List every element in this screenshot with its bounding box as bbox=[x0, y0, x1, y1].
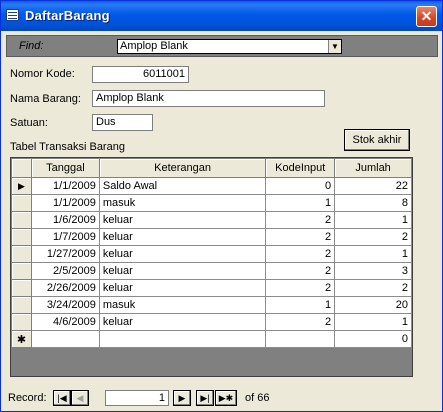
cell-kodeinput[interactable]: 0 bbox=[265, 177, 336, 195]
cell-kodeinput[interactable]: 1 bbox=[265, 194, 336, 212]
cell-keterangan[interactable]: keluar bbox=[98, 279, 267, 297]
record-count: of 66 bbox=[245, 392, 270, 404]
cell-tanggal[interactable]: 2/26/2009 bbox=[30, 279, 100, 297]
column-header-jumlah[interactable]: Jumlah bbox=[334, 158, 412, 178]
row-selector[interactable] bbox=[11, 245, 32, 263]
row-selector[interactable] bbox=[11, 228, 32, 246]
nama-barang-field[interactable]: Amplop Blank bbox=[92, 90, 325, 107]
nama-barang-label: Nama Barang: bbox=[10, 93, 81, 105]
cell-keterangan[interactable] bbox=[98, 330, 267, 348]
cell-tanggal[interactable]: 3/24/2009 bbox=[30, 296, 100, 314]
cell-keterangan[interactable]: masuk bbox=[98, 194, 267, 212]
find-bar: Find: Amplop Blank ▼ bbox=[6, 35, 438, 57]
cell-keterangan[interactable]: masuk bbox=[98, 296, 267, 314]
table-row[interactable]: ▶ 1/1/2009 Saldo Awal 0 22 bbox=[11, 177, 412, 195]
first-record-button[interactable]: |◀ bbox=[53, 390, 71, 406]
current-record-field[interactable]: 1 bbox=[105, 390, 169, 406]
cell-tanggal[interactable]: 1/6/2009 bbox=[30, 211, 100, 229]
cell-tanggal[interactable]: 1/27/2009 bbox=[30, 245, 100, 263]
record-label: Record: bbox=[8, 392, 47, 404]
transaction-table: Tanggal Keterangan KodeInput Jumlah ▶ 1/1… bbox=[10, 157, 413, 377]
cell-kodeinput[interactable]: 2 bbox=[265, 228, 336, 246]
nomor-kode-label: Nomor Kode: bbox=[10, 68, 75, 80]
cell-tanggal[interactable]: 1/1/2009 bbox=[30, 194, 100, 212]
cell-jumlah[interactable]: 2 bbox=[334, 279, 412, 297]
cell-keterangan[interactable]: keluar bbox=[98, 211, 267, 229]
cell-jumlah[interactable]: 0 bbox=[334, 330, 412, 348]
of-label: of bbox=[245, 392, 255, 404]
cell-jumlah[interactable]: 1 bbox=[334, 313, 412, 331]
table-caption: Tabel Transaksi Barang bbox=[10, 141, 125, 153]
satuan-field[interactable]: Dus bbox=[92, 114, 153, 131]
cell-tanggal[interactable]: 1/1/2009 bbox=[30, 177, 100, 195]
record-navigator: Record: |◀ ◀ 1 ▶ ▶| ▶✱ of 66 bbox=[1, 387, 442, 409]
cell-keterangan[interactable]: keluar bbox=[98, 245, 267, 263]
table-row[interactable]: 1/27/2009 keluar 2 1 bbox=[11, 245, 412, 263]
new-record-row[interactable]: ✱ 0 bbox=[11, 330, 412, 348]
header-selector-corner[interactable] bbox=[11, 158, 32, 178]
cell-tanggal[interactable]: 4/6/2009 bbox=[30, 313, 100, 331]
access-form-window: DaftarBarang ✕ Find: Amplop Blank ▼ Nomo… bbox=[0, 0, 443, 412]
cell-jumlah[interactable]: 22 bbox=[334, 177, 412, 195]
current-row-indicator[interactable]: ▶ bbox=[11, 177, 32, 195]
close-button[interactable]: ✕ bbox=[416, 6, 437, 27]
row-selector[interactable] bbox=[11, 262, 32, 280]
table-header-row: Tanggal Keterangan KodeInput Jumlah bbox=[11, 158, 412, 178]
cell-kodeinput[interactable] bbox=[265, 330, 336, 348]
cell-jumlah[interactable]: 1 bbox=[334, 245, 412, 263]
column-header-keterangan[interactable]: Keterangan bbox=[98, 158, 267, 178]
next-record-button[interactable]: ▶ bbox=[173, 390, 191, 406]
cell-keterangan[interactable]: keluar bbox=[98, 262, 267, 280]
cell-kodeinput[interactable]: 2 bbox=[265, 211, 336, 229]
column-header-tanggal[interactable]: Tanggal bbox=[30, 158, 100, 178]
find-combo-value: Amplop Blank bbox=[120, 40, 188, 52]
row-selector[interactable] bbox=[11, 296, 32, 314]
chevron-down-icon[interactable]: ▼ bbox=[328, 40, 341, 53]
row-selector[interactable] bbox=[11, 313, 32, 331]
cell-jumlah[interactable]: 1 bbox=[334, 211, 412, 229]
row-selector[interactable] bbox=[11, 279, 32, 297]
find-label: Find: bbox=[19, 40, 44, 52]
cell-jumlah[interactable]: 20 bbox=[334, 296, 412, 314]
cell-keterangan[interactable]: keluar bbox=[98, 313, 267, 331]
column-header-kodeinput[interactable]: KodeInput bbox=[265, 158, 336, 178]
cell-tanggal[interactable] bbox=[30, 330, 100, 348]
last-record-button[interactable]: ▶| bbox=[196, 390, 214, 406]
nomor-kode-field[interactable]: 6011001 bbox=[92, 66, 189, 83]
table-row[interactable]: 2/5/2009 keluar 2 3 bbox=[11, 262, 412, 280]
table-row[interactable]: 1/1/2009 masuk 1 8 bbox=[11, 194, 412, 212]
table-row[interactable]: 4/6/2009 keluar 2 1 bbox=[11, 313, 412, 331]
cell-jumlah[interactable]: 8 bbox=[334, 194, 412, 212]
cell-kodeinput[interactable]: 2 bbox=[265, 313, 336, 331]
cell-kodeinput[interactable]: 2 bbox=[265, 262, 336, 280]
cell-jumlah[interactable]: 2 bbox=[334, 228, 412, 246]
row-selector[interactable] bbox=[11, 194, 32, 212]
transaction-grid: Tanggal Keterangan KodeInput Jumlah ▶ 1/1… bbox=[11, 158, 412, 348]
satuan-label: Satuan: bbox=[10, 117, 48, 129]
cell-kodeinput[interactable]: 1 bbox=[265, 296, 336, 314]
cell-tanggal[interactable]: 1/7/2009 bbox=[30, 228, 100, 246]
form-icon bbox=[6, 9, 19, 21]
table-row[interactable]: 3/24/2009 masuk 1 20 bbox=[11, 296, 412, 314]
cell-kodeinput[interactable]: 2 bbox=[265, 245, 336, 263]
cell-jumlah[interactable]: 3 bbox=[334, 262, 412, 280]
cell-keterangan[interactable]: keluar bbox=[98, 228, 267, 246]
table-row[interactable]: 1/6/2009 keluar 2 1 bbox=[11, 211, 412, 229]
window-title: DaftarBarang bbox=[25, 8, 110, 23]
row-selector[interactable] bbox=[11, 211, 32, 229]
stok-akhir-button[interactable]: Stok akhir bbox=[344, 129, 410, 151]
cell-keterangan[interactable]: Saldo Awal bbox=[98, 177, 267, 195]
new-row-indicator[interactable]: ✱ bbox=[11, 330, 32, 348]
previous-record-button[interactable]: ◀ bbox=[71, 390, 89, 406]
cell-kodeinput[interactable]: 2 bbox=[265, 279, 336, 297]
title-bar[interactable]: DaftarBarang ✕ bbox=[1, 1, 442, 31]
table-row[interactable]: 1/7/2009 keluar 2 2 bbox=[11, 228, 412, 246]
record-total: 66 bbox=[257, 392, 270, 404]
cell-tanggal[interactable]: 2/5/2009 bbox=[30, 262, 100, 280]
new-record-button[interactable]: ▶✱ bbox=[215, 390, 237, 406]
find-combo[interactable]: Amplop Blank ▼ bbox=[117, 39, 342, 54]
table-row[interactable]: 2/26/2009 keluar 2 2 bbox=[11, 279, 412, 297]
